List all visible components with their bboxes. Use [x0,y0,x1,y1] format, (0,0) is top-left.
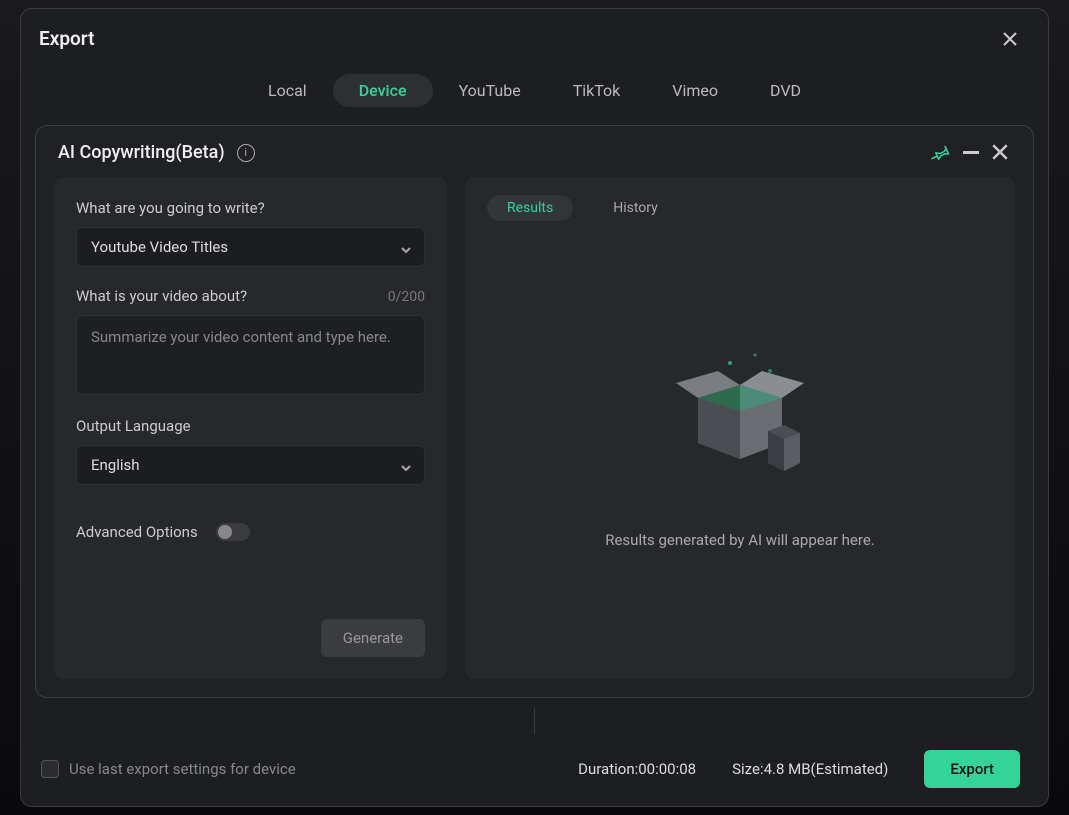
divider [534,708,535,734]
minimize-icon[interactable] [963,151,979,154]
ai-copywriting-panel: AI Copywriting(Beta) i What are you goin… [35,125,1034,698]
empty-state-text: Results generated by AI will appear here… [605,531,875,549]
history-tab[interactable]: History [593,195,678,221]
ai-input-card: What are you going to write? Youtube Vid… [54,177,447,679]
open-box-icon [660,343,820,503]
duration-label: Duration: [578,760,638,778]
about-label-row: What is your video about? 0/200 [76,287,425,305]
export-header: Export [21,9,1048,60]
ai-results-card: Results History [465,177,1015,679]
close-icon[interactable] [1000,29,1020,49]
export-modal: Export Local Device YouTube TikTok Vimeo… [20,8,1049,807]
ai-panel-header: AI Copywriting(Beta) i [36,126,1033,177]
pin-icon[interactable] [931,143,951,163]
duration-value: 00:00:08 [638,760,696,778]
advanced-options-row: Advanced Options [76,523,425,541]
prompt-type-label: What are you going to write? [76,199,425,217]
about-textarea[interactable] [76,315,425,395]
tab-local[interactable]: Local [242,74,333,107]
duration-meta: Duration:00:00:08 [578,760,696,778]
ai-body: What are you going to write? Youtube Vid… [36,177,1033,697]
advanced-options-label: Advanced Options [76,523,198,541]
use-last-settings-label: Use last export settings for device [69,760,296,778]
ai-close-icon[interactable] [991,143,1011,163]
lang-label: Output Language [76,417,425,435]
export-button[interactable]: Export [924,750,1020,788]
tab-dvd[interactable]: DVD [744,74,827,107]
prompt-type-select[interactable]: Youtube Video Titles [76,227,425,267]
size-label: Size: [732,760,763,778]
prompt-type-value: Youtube Video Titles [91,238,228,256]
ai-panel-title: AI Copywriting(Beta) [58,142,225,163]
tab-device[interactable]: Device [333,74,433,107]
tab-youtube[interactable]: YouTube [433,74,547,107]
generate-button[interactable]: Generate [321,619,425,657]
size-meta: Size:4.8 MB(Estimated) [732,760,888,778]
tab-vimeo[interactable]: Vimeo [646,74,744,107]
export-title: Export [39,27,94,50]
size-value: 4.8 MB(Estimated) [764,760,889,778]
export-footer: Use last export settings for device Dura… [21,732,1048,806]
export-tabs: Local Device YouTube TikTok Vimeo DVD [21,74,1048,107]
use-last-settings-checkbox[interactable] [41,760,59,778]
advanced-options-toggle[interactable] [216,523,250,541]
empty-state: Results generated by AI will appear here… [487,231,993,661]
lang-select[interactable]: English [76,445,425,485]
result-tabs: Results History [487,195,993,221]
info-icon[interactable]: i [237,144,255,162]
tab-tiktok[interactable]: TikTok [547,74,647,107]
results-tab[interactable]: Results [487,195,573,221]
about-counter: 0/200 [388,289,425,305]
chevron-down-icon [400,242,410,252]
about-label: What is your video about? [76,287,247,305]
lang-value: English [91,456,140,474]
chevron-down-icon [400,460,410,470]
